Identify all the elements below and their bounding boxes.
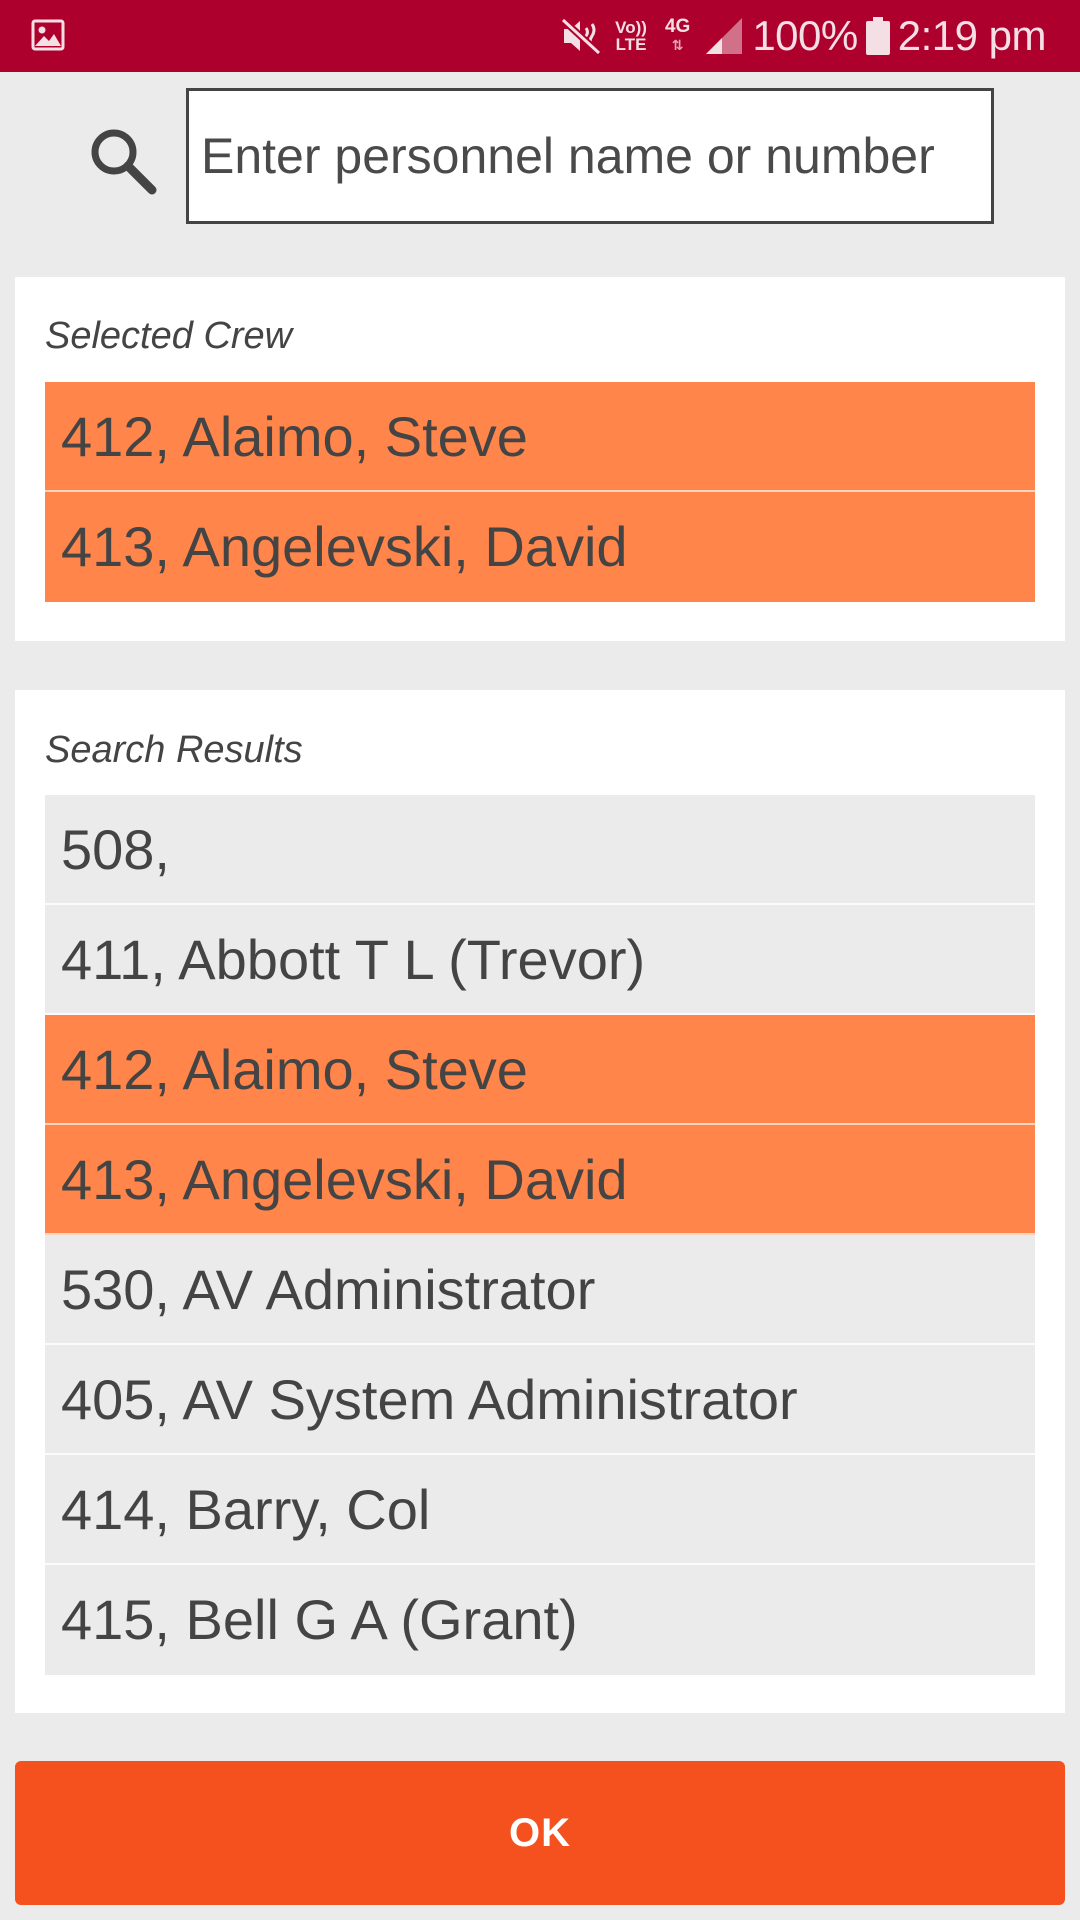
selected-crew-item[interactable]: 413, Angelevski, David [45, 492, 1035, 602]
search-result-item-label: 508, [61, 818, 170, 881]
status-bar: Vo)) LTE 4G ⇅ 100% 2:19 pm [0, 0, 1080, 72]
search-result-item-label: 405, AV System Administrator [61, 1368, 798, 1431]
selected-crew-item[interactable]: 412, Alaimo, Steve [45, 382, 1035, 492]
battery-percent: 100% [752, 12, 858, 59]
search-result-item[interactable]: 530, AV Administrator [45, 1235, 1035, 1345]
gallery-icon [31, 19, 65, 51]
mute-vibrate-icon [561, 17, 602, 56]
selected-crew-item-label: 413, Angelevski, David [61, 515, 628, 578]
search-result-item-selected[interactable]: 412, Alaimo, Steve [45, 1015, 1035, 1125]
clock: 2:19 pm [897, 12, 1047, 59]
search-result-item[interactable]: 414, Barry, Col [45, 1455, 1035, 1565]
volte-label-top: Vo)) [615, 18, 647, 37]
data-arrows-icon: ⇅ [671, 37, 684, 53]
search-result-item-label: 530, AV Administrator [61, 1258, 596, 1321]
selected-crew-label: Selected Crew [45, 315, 293, 357]
ok-button[interactable]: OK [15, 1761, 1065, 1905]
search-result-item[interactable]: 508, [45, 795, 1035, 905]
network-indicator: 4G ⇅ [664, 16, 691, 54]
search-icon[interactable] [86, 124, 158, 196]
selected-crew-list: 412, Alaimo, Steve 413, Angelevski, Davi… [45, 382, 1035, 602]
search-results-label: Search Results [45, 729, 303, 771]
search-results-list[interactable]: 508, 411, Abbott T L (Trevor) 412, Alaim… [45, 795, 1035, 1683]
search-result-item-label: 414, Barry, Col [61, 1478, 431, 1541]
network-label: 4G [664, 16, 691, 37]
search-result-item-selected[interactable]: 413, Angelevski, David [45, 1125, 1035, 1235]
battery-icon [865, 17, 890, 55]
volte-label-bottom: LTE [615, 35, 647, 54]
volte-indicator: Vo)) LTE [615, 19, 647, 53]
search-result-item-label: 413, Angelevski, David [61, 1148, 628, 1211]
search-result-item[interactable]: 405, AV System Administrator [45, 1345, 1035, 1455]
search-result-item-label: 412, Alaimo, Steve [61, 1038, 528, 1101]
search-result-item[interactable]: 411, Abbott T L (Trevor) [45, 905, 1035, 1015]
signal-icon [706, 18, 743, 54]
search-input[interactable] [186, 88, 994, 224]
search-result-item[interactable]: 415, Bell G A (Grant) [45, 1565, 1035, 1675]
search-result-item-label: 415, Bell G A (Grant) [61, 1588, 578, 1651]
search-result-item-label: 411, Abbott T L (Trevor) [61, 928, 646, 991]
selected-crew-item-label: 412, Alaimo, Steve [61, 405, 528, 468]
